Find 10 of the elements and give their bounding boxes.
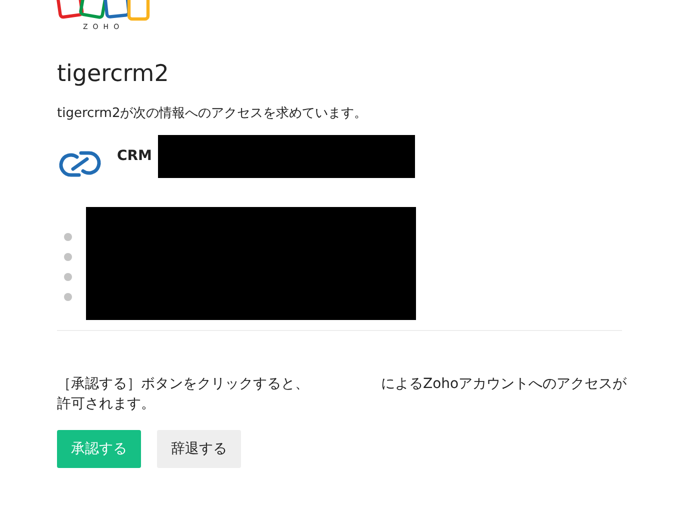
service-name: CRM — [117, 148, 152, 164]
request-text: tigercrm2が次の情報へのアクセスを求めています。 — [57, 105, 368, 123]
decline-button[interactable]: 辞退する — [157, 430, 241, 468]
app-title: tigercrm2 — [57, 60, 170, 89]
bullet-icon — [64, 272, 72, 280]
consent-text: ［承認する］ボタンをクリックすると、 によるZohoアカウントへのアクセスが許可されます。 — [57, 375, 627, 414]
bullet-icon — [64, 252, 72, 260]
bullet-icon — [64, 292, 72, 300]
bullet-icon — [64, 232, 72, 240]
chain-link-icon — [57, 148, 103, 178]
